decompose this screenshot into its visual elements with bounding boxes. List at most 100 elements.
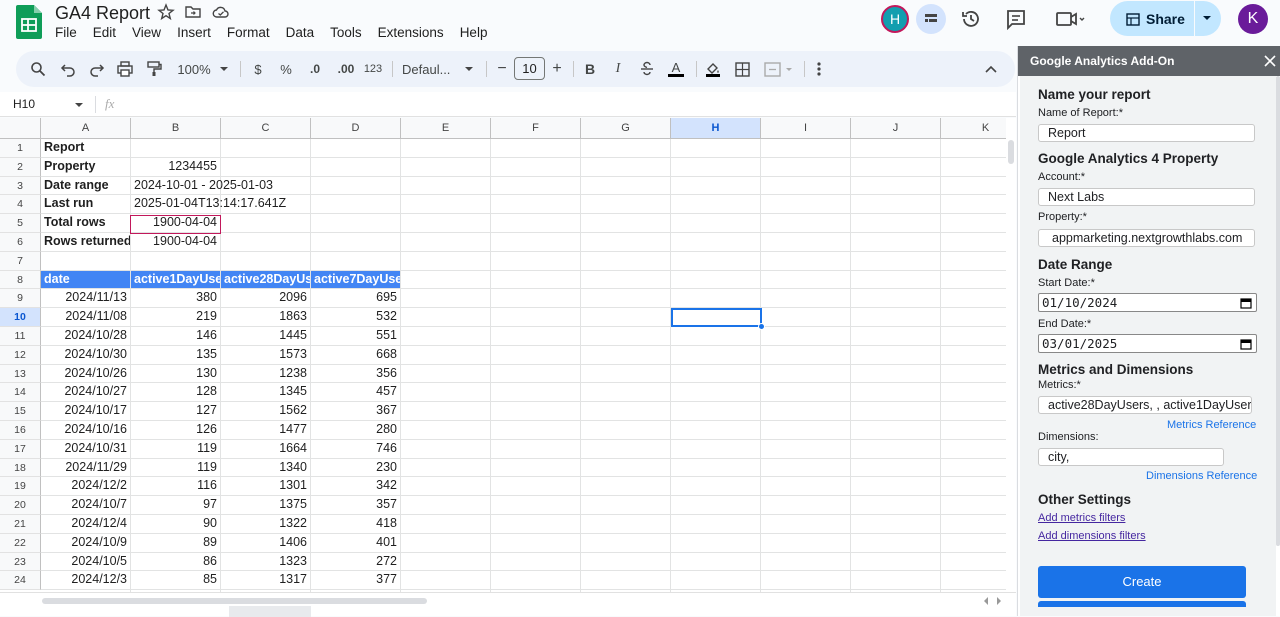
row-header-1[interactable]: 1 [0, 139, 41, 158]
collaborator-avatar[interactable]: H [880, 4, 910, 34]
vertical-scrollbar[interactable] [1006, 118, 1016, 592]
add-metrics-filters-link[interactable]: Add metrics filters [1038, 512, 1125, 524]
table-data-cell[interactable]: 1406 [221, 534, 310, 552]
zoom-dropdown-icon[interactable] [218, 59, 230, 79]
table-header-cell[interactable]: active7DayUsers [311, 270, 400, 289]
meta-label-cell[interactable]: Last run [41, 195, 130, 213]
table-data-cell[interactable]: 367 [311, 402, 400, 420]
selected-cell-h10[interactable] [671, 308, 762, 327]
table-data-cell[interactable]: 1323 [221, 553, 310, 571]
table-data-cell[interactable]: 2024/12/4 [41, 515, 130, 533]
table-data-cell[interactable]: 97 [131, 496, 220, 514]
font-size-input[interactable]: 10 [514, 57, 545, 80]
row-header-17[interactable]: 17 [0, 439, 41, 459]
table-data-cell[interactable]: 401 [311, 534, 400, 552]
format-currency-button[interactable]: $ [250, 59, 266, 79]
table-data-cell[interactable]: 230 [311, 459, 400, 477]
select-all-corner[interactable] [0, 118, 41, 139]
account-avatar[interactable]: K [1238, 4, 1268, 34]
row-header-18[interactable]: 18 [0, 458, 41, 478]
table-data-cell[interactable]: 457 [311, 383, 400, 401]
table-data-cell[interactable]: 2024/10/30 [41, 346, 130, 364]
row-header-8[interactable]: 8 [0, 270, 41, 290]
table-data-cell[interactable]: 1345 [221, 383, 310, 401]
row-header-3[interactable]: 3 [0, 176, 41, 196]
column-header-d[interactable]: D [311, 118, 401, 139]
table-data-cell[interactable]: 1863 [221, 308, 310, 326]
close-icon[interactable] [1264, 55, 1276, 67]
table-data-cell[interactable]: 2024/10/7 [41, 496, 130, 514]
table-header-cell[interactable]: active1DayUsers [131, 270, 220, 289]
table-data-cell[interactable]: 1445 [221, 327, 310, 345]
table-header-cell[interactable]: active28DayUsers [221, 270, 310, 289]
row-header-5[interactable]: 5 [0, 214, 41, 233]
zoom-select[interactable]: 100% [174, 59, 214, 79]
table-data-cell[interactable]: 1477 [221, 421, 310, 439]
meta-value-cell[interactable]: 2025-01-04T13:14:17.641Z [131, 195, 310, 213]
table-data-cell[interactable]: 1573 [221, 346, 310, 364]
vertical-scroll-thumb[interactable] [1008, 140, 1014, 164]
table-data-cell[interactable]: 2024/11/13 [41, 289, 130, 307]
table-data-cell[interactable]: 89 [131, 534, 220, 552]
calendar-icon[interactable] [1240, 338, 1252, 350]
strikethrough-icon[interactable] [638, 59, 656, 79]
add-dimensions-filters-link[interactable]: Add dimensions filters [1038, 530, 1146, 542]
column-header-a[interactable]: A [41, 118, 131, 139]
table-data-cell[interactable]: 551 [311, 327, 400, 345]
row-header-22[interactable]: 22 [0, 533, 41, 553]
menu-help[interactable]: Help [452, 24, 496, 42]
column-header-g[interactable]: G [581, 118, 671, 139]
borders-icon[interactable] [733, 59, 751, 79]
table-data-cell[interactable]: 127 [131, 402, 220, 420]
row-header-7[interactable]: 7 [0, 251, 41, 271]
meet-icon[interactable] [1052, 4, 1088, 34]
merge-cells-icon[interactable] [762, 59, 796, 79]
table-data-cell[interactable]: 695 [311, 289, 400, 307]
column-header-b[interactable]: B [131, 118, 221, 139]
name-box[interactable]: H10 [13, 97, 35, 111]
table-data-cell[interactable]: 2096 [221, 289, 310, 307]
table-data-cell[interactable]: 2024/10/31 [41, 440, 130, 458]
horizontal-scroll-thumb[interactable] [42, 598, 427, 604]
table-data-cell[interactable]: 357 [311, 496, 400, 514]
table-data-cell[interactable]: 2024/10/17 [41, 402, 130, 420]
table-data-cell[interactable]: 2024/12/2 [41, 477, 130, 495]
meta-label-cell[interactable]: Total rows [41, 214, 130, 232]
row-header-14[interactable]: 14 [0, 383, 41, 403]
column-header-c[interactable]: C [221, 118, 311, 139]
move-folder-icon[interactable] [184, 3, 202, 21]
scroll-left-icon[interactable] [983, 597, 989, 605]
row-header-13[interactable]: 13 [0, 364, 41, 384]
format-percent-button[interactable]: % [278, 59, 294, 79]
fill-handle[interactable] [758, 323, 765, 330]
undo-icon[interactable] [58, 59, 78, 79]
end-date-input[interactable]: 03/01/2025 [1038, 334, 1257, 353]
chevron-down-icon[interactable] [1202, 14, 1212, 22]
table-data-cell[interactable]: 2024/10/5 [41, 553, 130, 571]
table-data-cell[interactable]: 1238 [221, 365, 310, 383]
column-header-i[interactable]: I [761, 118, 851, 139]
meta-value-cell[interactable]: 1234455 [131, 158, 220, 176]
row-header-6[interactable]: 6 [0, 233, 41, 252]
redo-icon[interactable] [87, 59, 107, 79]
meta-value-cell[interactable]: 1900-04-04 [131, 233, 220, 251]
row-header-21[interactable]: 21 [0, 515, 41, 534]
secondary-button[interactable] [1038, 601, 1246, 607]
table-data-cell[interactable]: 126 [131, 421, 220, 439]
row-header-20[interactable]: 20 [0, 496, 41, 515]
sheets-logo-icon[interactable] [16, 5, 42, 39]
paint-format-icon[interactable] [144, 59, 164, 79]
collapse-toolbar-icon[interactable] [982, 59, 1000, 79]
column-header-j[interactable]: J [851, 118, 941, 139]
search-menus-icon[interactable] [28, 59, 48, 79]
row-header-23[interactable]: 23 [0, 552, 41, 572]
present-icon[interactable] [916, 4, 946, 34]
share-button[interactable]: Share [1110, 1, 1221, 36]
table-data-cell[interactable]: 1322 [221, 515, 310, 533]
start-date-input[interactable]: 01/10/2024 [1038, 293, 1257, 312]
star-icon[interactable] [157, 3, 175, 21]
table-header-cell[interactable]: date [41, 270, 130, 289]
menu-edit[interactable]: Edit [85, 24, 124, 42]
calendar-icon[interactable] [1240, 297, 1252, 309]
meta-label-cell[interactable]: Date range [41, 177, 130, 195]
